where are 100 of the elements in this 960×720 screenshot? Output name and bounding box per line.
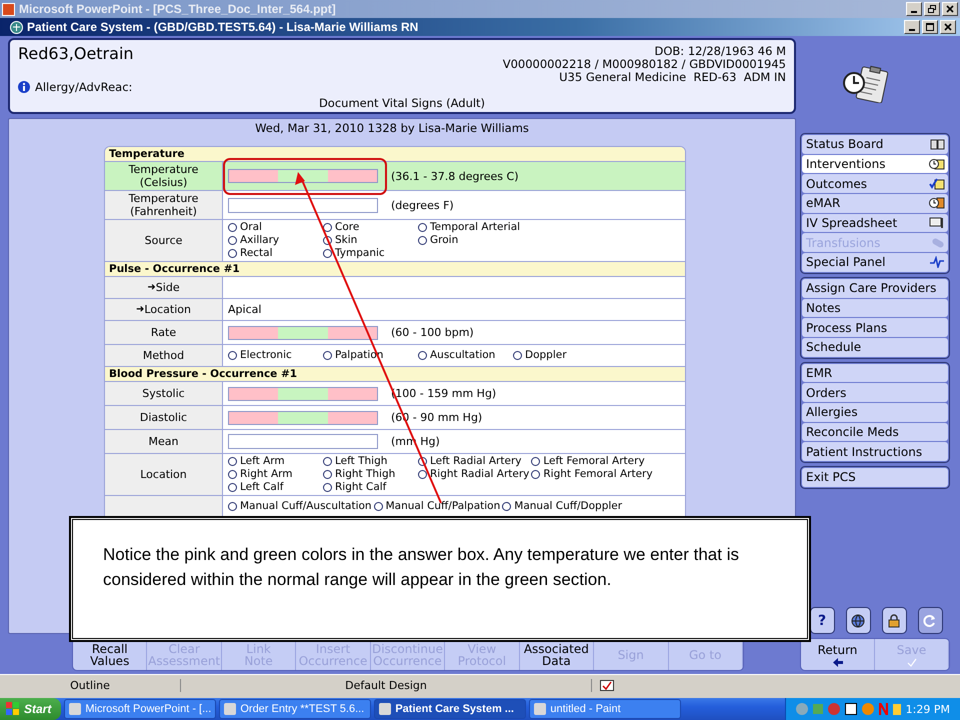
radio-option[interactable]: Right Calf bbox=[323, 481, 418, 494]
lock-button[interactable] bbox=[882, 607, 906, 634]
section-header: Blood Pressure - Occurrence #1 bbox=[105, 367, 685, 382]
windows-logo-icon bbox=[6, 702, 20, 716]
field-label: Mean bbox=[105, 430, 223, 453]
radio-option[interactable]: Right Thigh bbox=[323, 468, 418, 481]
radio-option[interactable]: Manual Cuff/Auscultation bbox=[228, 500, 374, 513]
allergy-label: Allergy/AdvReac: bbox=[35, 80, 132, 94]
field-label: ➜Side bbox=[105, 277, 223, 298]
lock-icon bbox=[888, 614, 900, 628]
patient-dob: DOB: 12/28/1963 46 M bbox=[654, 45, 786, 58]
close-icon bbox=[944, 23, 952, 31]
maximize-icon bbox=[926, 23, 934, 31]
sidebar-item[interactable]: Reconcile Meds bbox=[802, 422, 948, 442]
globe-icon bbox=[851, 614, 865, 628]
radio-option[interactable]: Oral bbox=[228, 221, 323, 234]
radio-option[interactable]: Rectal bbox=[228, 247, 323, 260]
clock-note-icon bbox=[929, 158, 945, 170]
radio-option[interactable]: Temporal Arterial bbox=[418, 221, 522, 234]
close-icon bbox=[946, 5, 954, 13]
radio-option[interactable]: Groin bbox=[418, 234, 522, 247]
maximize-button[interactable] bbox=[922, 20, 938, 34]
answer-field[interactable] bbox=[228, 169, 378, 183]
sidebar-item[interactable]: Allergies bbox=[802, 402, 948, 422]
answer-field[interactable] bbox=[228, 410, 378, 424]
arrow-icon bbox=[832, 658, 842, 666]
field-label: ➜Location bbox=[105, 299, 223, 320]
callout-text: Notice the pink and green colors in the answer box. Any temperature we enter that is considered within the normal range will appear in the green section. bbox=[103, 544, 740, 591]
radio-option[interactable]: Right Femoral Artery bbox=[531, 468, 655, 481]
input-field[interactable] bbox=[228, 434, 378, 449]
app-icon bbox=[224, 703, 236, 715]
radio-option[interactable]: Left Arm bbox=[228, 455, 323, 468]
sidebar-item[interactable]: Status Board bbox=[802, 135, 948, 154]
close-button[interactable] bbox=[942, 2, 958, 16]
sidebar-item[interactable]: eMAR bbox=[802, 194, 948, 213]
entry-line: Wed, Mar 31, 2010 1328 by Lisa-Marie Williams bbox=[255, 121, 529, 135]
answer-field[interactable] bbox=[228, 326, 378, 340]
radio-option[interactable]: Right Radial Artery bbox=[418, 468, 532, 481]
radio-option[interactable]: Tympanic bbox=[323, 247, 418, 260]
taskbar-button[interactable]: untitled - Paint bbox=[529, 699, 682, 719]
sidebar-item[interactable]: IV Spreadsheet bbox=[802, 214, 948, 232]
check-note-icon bbox=[929, 178, 945, 190]
radio-option[interactable]: Skin bbox=[323, 234, 418, 247]
restore-button[interactable] bbox=[924, 2, 940, 16]
pulse-icon bbox=[929, 256, 945, 268]
taskbar-button[interactable]: Microsoft PowerPoint - [... bbox=[64, 699, 216, 719]
input-field[interactable] bbox=[228, 198, 378, 212]
sidebar-item[interactable]: Patient Instructions bbox=[802, 442, 948, 461]
restore-icon bbox=[928, 5, 936, 13]
taskbar-button[interactable]: Order Entry **TEST 5.6... bbox=[219, 699, 372, 719]
answer-field[interactable] bbox=[228, 386, 378, 400]
spellcheck-icon bbox=[600, 680, 614, 690]
section-header: Pulse - Occurrence #1 bbox=[105, 262, 685, 277]
radio-option[interactable]: Manual Cuff/Doppler bbox=[502, 500, 624, 513]
radio-option[interactable]: Core bbox=[323, 221, 418, 234]
help-button[interactable]: ? bbox=[810, 607, 834, 634]
radio-option[interactable]: Left Calf bbox=[228, 481, 323, 494]
taskbar-button[interactable]: Patient Care System ... bbox=[374, 699, 526, 719]
range-text: (60 - 100 bpm) bbox=[391, 326, 474, 339]
globe-button[interactable] bbox=[846, 607, 870, 634]
radio-option[interactable]: Electronic bbox=[228, 349, 323, 362]
app-icon bbox=[69, 703, 82, 715]
section-header: Temperature bbox=[105, 147, 685, 162]
range-text: (36.1 - 37.8 degrees C) bbox=[391, 170, 518, 182]
patient-name: Red63,Oetrain bbox=[18, 44, 134, 65]
app-icon bbox=[10, 20, 23, 34]
radio-option[interactable]: Left Thigh bbox=[323, 455, 418, 468]
app-icon bbox=[2, 2, 15, 16]
tray-icon[interactable] bbox=[844, 703, 857, 715]
radio-option[interactable]: Auscultation bbox=[418, 349, 513, 362]
radio-option[interactable]: Doppler bbox=[513, 349, 608, 362]
app-icon bbox=[534, 703, 546, 715]
sidebar-item[interactable]: Schedule bbox=[802, 338, 948, 357]
radio-option[interactable]: Right Arm bbox=[228, 468, 323, 481]
minimize-button[interactable] bbox=[904, 20, 920, 34]
minimize-button[interactable] bbox=[906, 2, 922, 16]
info-icon bbox=[18, 81, 30, 93]
sidebar-item[interactable]: Special Panel bbox=[802, 253, 948, 272]
status-text: Default Design bbox=[181, 678, 592, 692]
field-label: Temperature (Fahrenheit) bbox=[105, 191, 223, 219]
sidebar-item[interactable]: EMR bbox=[802, 364, 948, 382]
radio-option[interactable]: Manual Cuff/Palpation bbox=[374, 500, 502, 513]
field-label: Rate bbox=[105, 321, 223, 344]
radio-option[interactable]: Left Femoral Artery bbox=[531, 455, 655, 468]
document-title: Document Vital Signs (Adult) bbox=[318, 96, 486, 110]
close-button[interactable] bbox=[940, 20, 956, 34]
book-icon bbox=[930, 138, 945, 150]
sidebar-item[interactable]: Notes bbox=[802, 298, 948, 318]
sidebar-item[interactable]: Orders bbox=[802, 383, 948, 402]
radio-option[interactable]: Left Radial Artery bbox=[418, 455, 532, 468]
radio-option[interactable]: Axillary bbox=[228, 234, 323, 247]
sidebar-item[interactable]: Assign Care Providers bbox=[802, 278, 948, 298]
clipboard-clock-icon bbox=[843, 65, 889, 103]
range-text: (degrees F) bbox=[391, 198, 454, 212]
field-value: Apical bbox=[228, 303, 262, 316]
sidebar-item[interactable]: Exit PCS bbox=[802, 468, 948, 487]
sidebar-item[interactable]: Interventions bbox=[802, 154, 948, 174]
check-icon bbox=[906, 658, 916, 666]
sidebar-item[interactable]: Outcomes bbox=[802, 174, 948, 194]
sidebar-item[interactable]: Process Plans bbox=[802, 318, 948, 337]
